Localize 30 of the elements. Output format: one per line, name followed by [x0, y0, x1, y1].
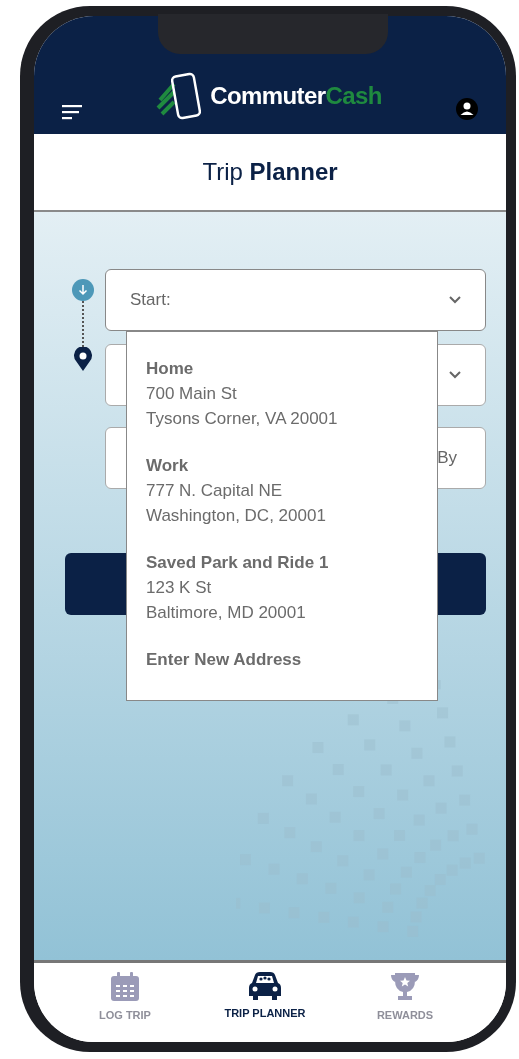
- option-title: Home: [146, 358, 195, 380]
- option-title: Work: [146, 455, 190, 477]
- address-line: 700 Main St: [146, 383, 238, 405]
- address-option[interactable]: Saved Park and Ride 1 123 K St Baltimore, MD 20001: [146, 550, 437, 625]
- address-line: Tysons Corner, VA 20001: [146, 408, 339, 430]
- nav-tab[interactable]: LOG TRIP: [75, 971, 175, 1042]
- field-value: By: [437, 447, 457, 470]
- address-line: 777 N. Capital NE: [146, 480, 284, 502]
- chevron-down-icon: [449, 371, 461, 379]
- logo-text: CommuterCash: [210, 81, 382, 111]
- nav-tab[interactable]: TRIP PLANNER: [215, 971, 315, 1042]
- address-line: Baltimore, MD 20001: [146, 602, 307, 624]
- select-placeholder: Start:: [130, 289, 171, 312]
- address-option[interactable]: Work 777 N. Capital NE Washington, DC, 20001: [146, 453, 437, 528]
- enter-new-address-option[interactable]: Enter New Address: [146, 647, 302, 672]
- car-icon: [247, 971, 283, 1001]
- address-line: 123 K St: [146, 577, 213, 599]
- trophy-icon: [389, 971, 421, 1003]
- option-title: Saved Park and Ride 1: [146, 552, 330, 574]
- address-option[interactable]: Home 700 Main St Tysons Corner, VA 20001: [146, 356, 437, 431]
- calendar-icon: [109, 971, 141, 1003]
- address-line: Washington, DC, 20001: [146, 505, 327, 527]
- arrow-down-circle-icon: [72, 279, 94, 301]
- chevron-down-icon: [449, 296, 461, 304]
- account-icon[interactable]: [456, 98, 478, 120]
- menu-icon[interactable]: [62, 104, 82, 120]
- map-pin-icon: [74, 347, 92, 371]
- page-title: Trip Planner: [202, 157, 338, 187]
- address-select[interactable]: Start:: [105, 269, 486, 331]
- nav-tab[interactable]: REWARDS: [355, 971, 455, 1042]
